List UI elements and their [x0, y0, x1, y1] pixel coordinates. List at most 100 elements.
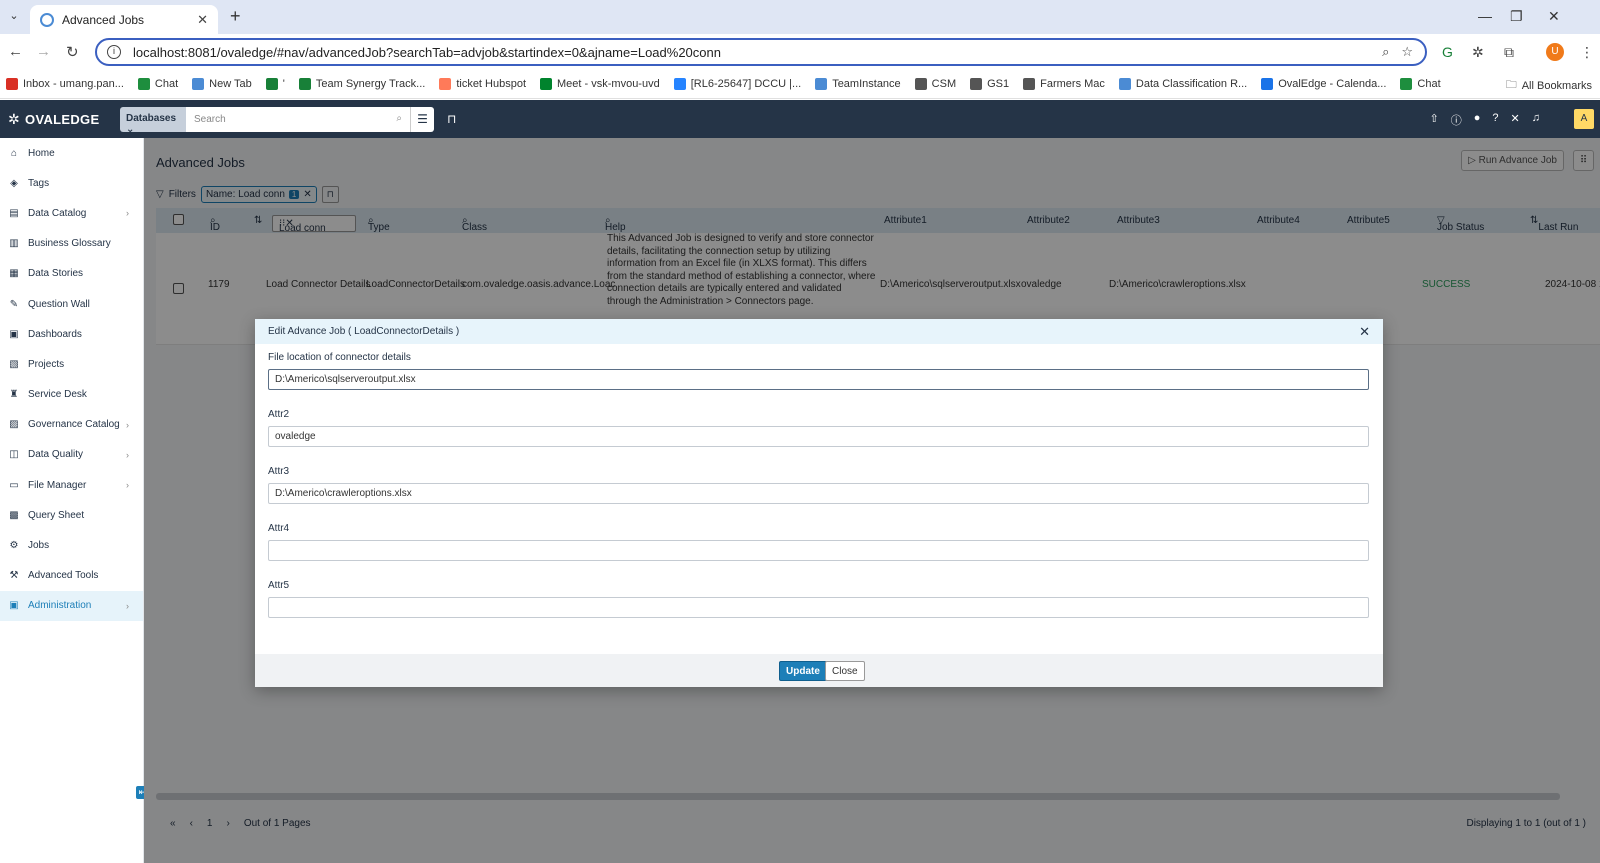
bookmark-item[interactable]: ticket Hubspot — [439, 78, 526, 90]
dialog-header: Edit Advance Job ( LoadConnectorDetails … — [255, 319, 1383, 344]
rocket-icon[interactable]: ⇧ — [1430, 112, 1439, 128]
search-scope-label: Databases — [126, 113, 177, 124]
sidebar-item-home[interactable]: ⌂ Home — [0, 138, 143, 168]
grammarly-extension-icon[interactable]: G — [1442, 44, 1453, 60]
update-button[interactable]: Update — [779, 661, 827, 681]
bookmark-item[interactable]: ' — [265, 78, 285, 90]
sidebar-item-data-catalog[interactable]: ▤ Data Catalog › — [0, 198, 143, 228]
bookmark-star-icon[interactable]: ☆ — [1401, 44, 1413, 60]
search-scope-select[interactable]: Databases ⌄ — [120, 107, 186, 135]
global-search-input[interactable]: Search ⌕ — [186, 107, 410, 132]
all-bookmarks-label: All Bookmarks — [1521, 79, 1592, 92]
sidebar-item-projects[interactable]: ▧ Projects — [0, 349, 143, 379]
bookmark-label: [RL6-25647] DCCU |... — [690, 78, 802, 90]
bookmark-item[interactable]: TeamInstance — [815, 78, 901, 90]
query-icon: ▩ — [9, 509, 19, 521]
sidebar-item-question-wall[interactable]: ✎ Question Wall — [0, 289, 143, 319]
dialog-title: Edit Advance Job ( LoadConnectorDetails … — [268, 326, 460, 337]
expand-icon[interactable]: ✕ — [1511, 112, 1520, 128]
file-location-input[interactable] — [268, 369, 1369, 390]
sidebar-item-file-manager[interactable]: ▭ File Manager › — [0, 470, 143, 500]
sidebar-item-label: Service Desk — [28, 389, 87, 401]
bookmark-item[interactable]: GS1 — [970, 78, 1009, 90]
help-icon[interactable]: ? — [1492, 112, 1498, 128]
chevron-right-icon: › — [126, 208, 129, 219]
field-attr2: Attr2 — [268, 409, 1369, 447]
browser-tab[interactable]: Advanced Jobs ✕ — [30, 5, 218, 34]
sidebar-item-governance-catalog[interactable]: ▨ Governance Catalog › — [0, 410, 143, 440]
browser-address-bar: ← → ↻ i localhost:8081/ovaledge/#nav/adv… — [0, 34, 1600, 70]
notification-bell-icon[interactable]: ♫ — [1532, 112, 1540, 128]
sidebar-item-label: Query Sheet — [28, 509, 85, 521]
bookmark-item[interactable]: Chat — [1400, 78, 1441, 90]
bookmark-item[interactable]: New Tab — [192, 78, 252, 90]
chevron-right-icon: › — [126, 480, 129, 491]
sidebar-item-label: Dashboards — [28, 328, 82, 340]
url-text[interactable]: localhost:8081/ovaledge/#nav/advancedJob… — [133, 45, 1382, 60]
tab-close-icon[interactable]: ✕ — [197, 12, 208, 28]
ovaledge-logo[interactable]: ✲ OVALEDGE — [8, 111, 99, 128]
bookmark-item[interactable]: Team Synergy Track... — [298, 78, 425, 90]
bookmark-item[interactable]: Farmers Mac — [1023, 78, 1105, 90]
tab-search-dropdown[interactable]: ⌄ — [4, 6, 24, 26]
profile-avatar[interactable]: U — [1546, 43, 1564, 61]
sidebar-item-jobs[interactable]: ⚙ Jobs — [0, 530, 143, 560]
bookmark-item[interactable]: Meet - vsk-mvou-uvd — [540, 78, 660, 90]
restore-icon[interactable]: ❐ — [1510, 8, 1523, 25]
attr3-input[interactable] — [268, 483, 1369, 504]
user-avatar[interactable]: A — [1574, 109, 1594, 129]
sidebar-item-business-glossary[interactable]: ▥ Business Glossary — [0, 229, 143, 259]
site-info-icon[interactable]: i — [107, 45, 121, 59]
attr2-input[interactable] — [268, 426, 1369, 447]
url-omnibox[interactable]: i localhost:8081/ovaledge/#nav/advancedJ… — [95, 38, 1427, 66]
advanced-search-filter-icon[interactable]: ☰ — [410, 107, 434, 132]
ovaledge-extension-icon[interactable]: ✲ — [1472, 44, 1484, 61]
bookmark-item[interactable]: Chat — [137, 78, 179, 90]
folder-icon — [970, 78, 983, 90]
info-icon[interactable]: ⓘ — [1451, 112, 1462, 128]
ovaledge-favicon-icon — [40, 12, 54, 27]
bookmark-item[interactable]: [RL6-25647] DCCU |... — [673, 78, 802, 90]
browser-menu-icon[interactable]: ⋮ — [1580, 44, 1594, 61]
bookmark-item[interactable]: Inbox - umang.pan... — [6, 78, 124, 90]
sidebar-item-service-desk[interactable]: ♜ Service Desk — [0, 380, 143, 410]
sidebar-item-dashboards[interactable]: ▣ Dashboards — [0, 319, 143, 349]
back-icon[interactable]: ← — [8, 43, 23, 60]
logo-gear-icon: ✲ — [8, 111, 21, 127]
sidebar-item-tags[interactable]: ◈ Tags — [0, 168, 143, 198]
reload-icon[interactable]: ↻ — [66, 43, 79, 61]
sidebar-item-data-stories[interactable]: ▦ Data Stories — [0, 259, 143, 289]
forward-icon[interactable]: → — [36, 43, 51, 60]
all-bookmarks[interactable]: 🗀 All Bookmarks — [1506, 76, 1592, 95]
new-tab-button[interactable]: + — [230, 6, 241, 27]
field-file-location: File location of connector details — [268, 352, 1369, 390]
folder-icon — [914, 78, 927, 90]
dialog-close-icon[interactable]: ✕ — [1359, 324, 1370, 340]
close-button[interactable]: Close — [825, 661, 865, 681]
extensions-puzzle-icon[interactable]: ⧉ — [1504, 44, 1514, 61]
minimize-icon[interactable]: — — [1478, 8, 1492, 24]
bookmark-label: Chat — [154, 78, 179, 90]
ai-icon[interactable]: ● — [1474, 112, 1481, 128]
chevron-right-icon: › — [126, 600, 129, 611]
bookmark-icon[interactable]: ⊓ — [447, 112, 456, 126]
ovaledge-icon — [192, 78, 205, 90]
projects-icon: ▧ — [9, 358, 19, 370]
bookmark-item[interactable]: CSM — [914, 78, 956, 90]
bookmark-item[interactable]: Data Classification R... — [1118, 78, 1247, 90]
tab-title: Advanced Jobs — [62, 12, 145, 27]
sidebar-item-query-sheet[interactable]: ▩ Query Sheet — [0, 500, 143, 530]
bookmark-item[interactable]: OvalEdge - Calenda... — [1261, 78, 1386, 90]
browser-tab-bar: ⌄ Advanced Jobs ✕ + — ❐ ✕ — [0, 0, 1600, 34]
search-icon[interactable]: ⌕ — [396, 113, 402, 124]
bookmark-label: Chat — [1417, 78, 1441, 90]
chevron-right-icon: › — [126, 449, 129, 460]
sidebar-item-data-quality[interactable]: ◫ Data Quality › — [0, 440, 143, 470]
attr5-input[interactable] — [268, 597, 1369, 618]
sidebar-item-administration[interactable]: ▣ Administration › — [0, 590, 143, 621]
zoom-icon[interactable]: ⌕ — [1382, 44, 1389, 60]
window-close-icon[interactable]: ✕ — [1548, 8, 1560, 25]
sidebar-item-advanced-tools[interactable]: ⚒ Advanced Tools — [0, 561, 143, 591]
attr4-input[interactable] — [268, 540, 1369, 561]
sidebar-item-label: Data Quality — [28, 449, 84, 461]
